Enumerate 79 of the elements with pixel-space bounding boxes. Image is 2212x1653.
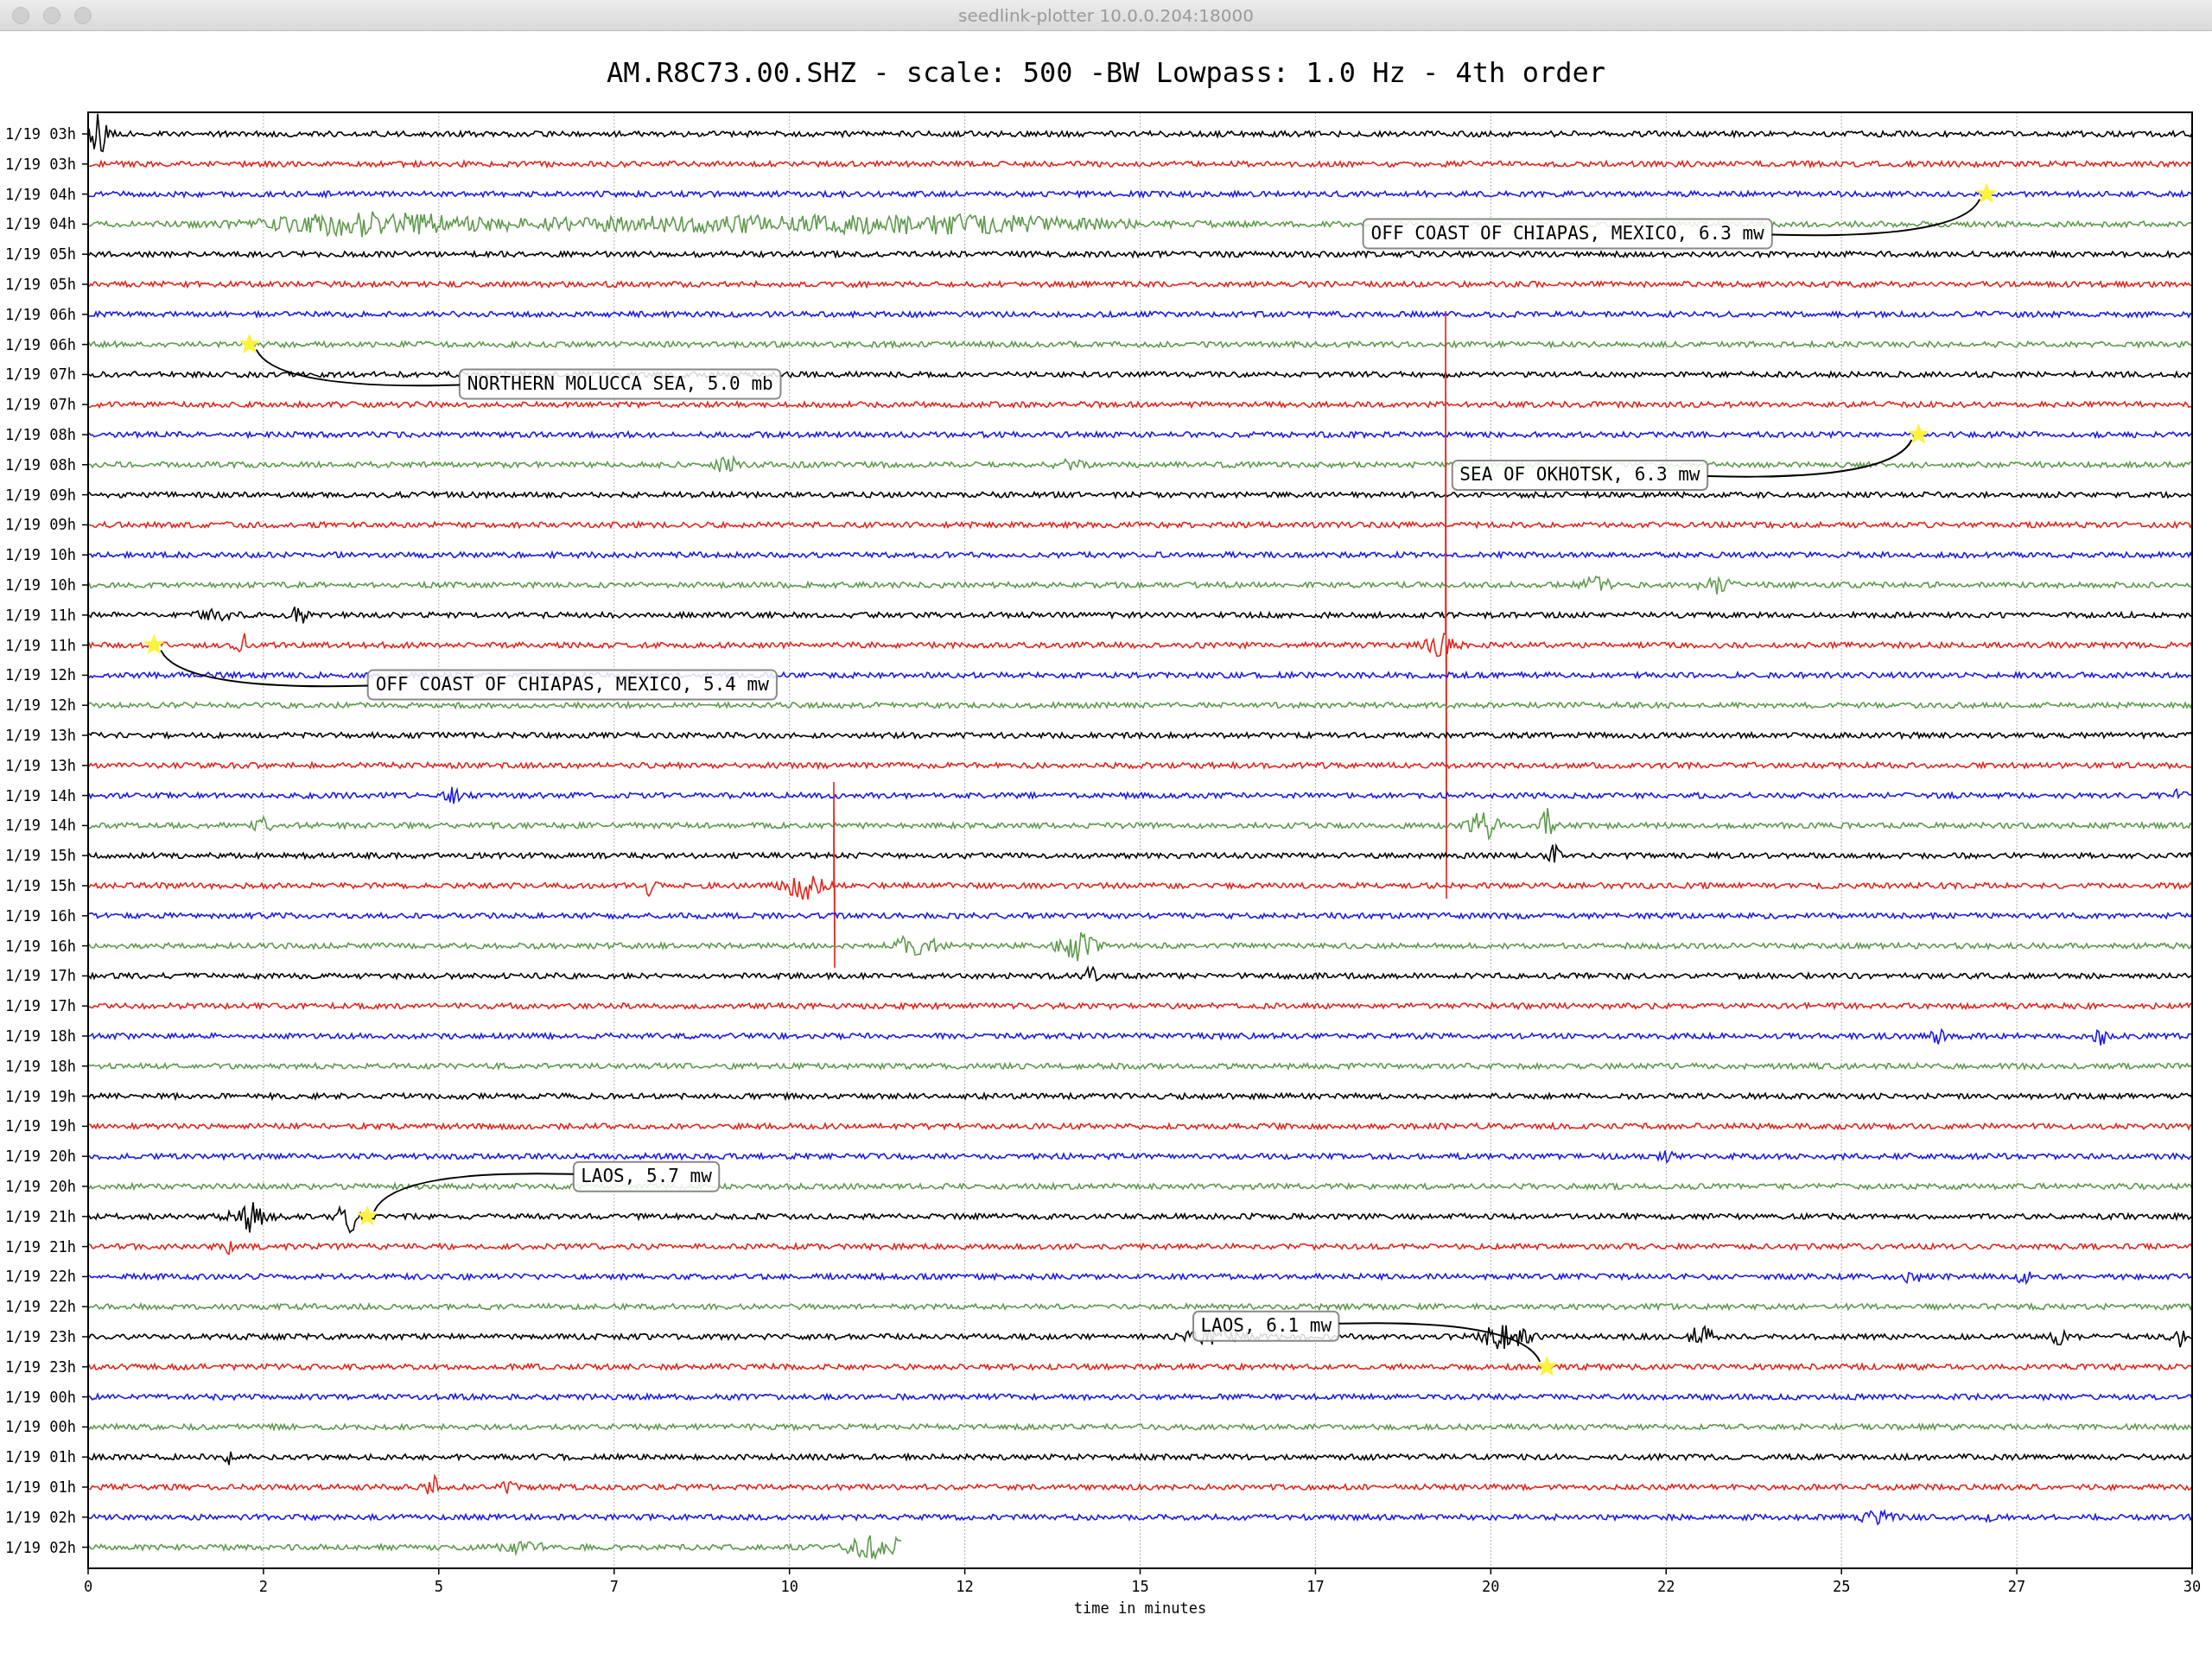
trace-time-label: 1/19 04h <box>5 185 76 203</box>
zoom-button[interactable] <box>74 6 92 24</box>
event-label: OFF COAST OF CHIAPAS, MEXICO, 6.3 mw <box>1362 218 1773 250</box>
trace-time-label: 1/19 18h <box>5 1027 76 1045</box>
trace-time-label: 1/19 17h <box>5 997 76 1015</box>
trace-time-label: 1/19 04h <box>5 215 76 233</box>
event-label: NORTHERN MOLUCCA SEA, 5.0 mb <box>458 368 782 400</box>
trace-time-label: 1/19 15h <box>5 847 76 865</box>
trace-time-label: 1/19 18h <box>5 1057 76 1075</box>
trace-time-label: 1/19 14h <box>5 817 76 835</box>
x-tick-label: 0 <box>83 1578 93 1595</box>
trace-time-label: 1/19 07h <box>5 396 76 414</box>
star-icon <box>356 1205 378 1226</box>
trace-time-label: 1/19 12h <box>5 666 76 684</box>
trace-time-label: 1/19 11h <box>5 606 76 624</box>
x-tick-label: 15 <box>1131 1578 1149 1595</box>
trace-time-label: 1/19 08h <box>5 455 76 474</box>
trace-time-label: 1/19 00h <box>5 1418 76 1436</box>
trace-time-label: 1/19 06h <box>5 305 76 323</box>
trace-time-label: 1/19 19h <box>5 1087 76 1105</box>
trace-time-label: 1/19 22h <box>5 1268 76 1286</box>
x-tick-label: 10 <box>780 1578 798 1595</box>
trace-time-label: 1/19 10h <box>5 546 76 564</box>
event-label: LAOS, 6.1 mw <box>1192 1310 1340 1342</box>
star-icon <box>1975 182 1998 204</box>
trace-time-label: 1/19 14h <box>5 786 76 804</box>
trace-time-label: 1/19 21h <box>5 1237 76 1256</box>
trace-time-label: 1/19 23h <box>5 1357 76 1376</box>
trace-time-label: 1/19 06h <box>5 335 76 353</box>
trace-time-label: 1/19 02h <box>5 1508 76 1526</box>
plot-title: AM.R8C73.00.SHZ - scale: 500 -BW Lowpass: 1.0 Hz - 4th order <box>607 56 1605 89</box>
trace-time-label: 1/19 05h <box>5 245 76 264</box>
x-tick-label: 12 <box>956 1578 974 1595</box>
minimize-button[interactable] <box>43 6 60 24</box>
trace-time-label: 1/19 21h <box>5 1207 76 1225</box>
trace-time-label: 1/19 16h <box>5 906 76 925</box>
x-axis-label: time in minutes <box>1073 1599 1207 1617</box>
trace-time-label: 1/19 05h <box>5 276 76 293</box>
trace-time-label: 1/19 12h <box>5 696 76 715</box>
trace-time-label: 1/19 09h <box>5 486 76 504</box>
close-button[interactable] <box>12 6 29 24</box>
x-tick-label: 22 <box>1657 1578 1675 1595</box>
trace-time-label: 1/19 19h <box>5 1117 76 1135</box>
trace-time-label: 1/19 08h <box>5 426 76 443</box>
trace-time-label: 1/19 03h <box>5 155 76 173</box>
star-icon <box>1535 1355 1558 1376</box>
trace-time-label: 1/19 16h <box>5 937 76 955</box>
x-tick-label: 20 <box>1482 1578 1500 1595</box>
trace-time-label: 1/19 20h <box>5 1148 76 1166</box>
event-label: LAOS, 5.7 mw <box>572 1160 721 1192</box>
x-tick-label: 25 <box>1832 1578 1851 1595</box>
x-tick-label: 5 <box>434 1578 443 1595</box>
trace-time-label: 1/19 22h <box>5 1298 76 1316</box>
trace-time-label: 1/19 10h <box>5 576 76 594</box>
trace-time-label: 1/19 00h <box>5 1388 76 1406</box>
star-icon <box>238 333 260 354</box>
trace-time-label: 1/19 01h <box>5 1478 76 1496</box>
star-icon <box>1908 423 1929 444</box>
trace-time-label: 1/19 09h <box>5 516 76 534</box>
window-title: seedlink-plotter 10.0.0.204:18000 <box>958 4 1254 26</box>
trace-time-label: 1/19 23h <box>5 1328 76 1345</box>
x-tick-label: 17 <box>1306 1578 1325 1595</box>
x-tick-label: 27 <box>2007 1578 2026 1595</box>
trace-time-label: 1/19 02h <box>5 1538 76 1556</box>
event-label: SEA OF OKHOTSK, 6.3 mw <box>1451 460 1709 491</box>
trace-time-label: 1/19 20h <box>5 1178 76 1195</box>
x-tick-label: 2 <box>258 1578 269 1595</box>
x-tick-label: 7 <box>609 1578 619 1595</box>
trace-time-label: 1/19 13h <box>5 756 76 774</box>
event-label: OFF COAST OF CHIAPAS, MEXICO, 5.4 mw <box>366 669 778 701</box>
trace-time-label: 1/19 17h <box>5 967 76 985</box>
star-icon <box>143 633 165 655</box>
trace-time-label: 1/19 03h <box>5 125 76 143</box>
trace-time-label: 1/19 13h <box>5 727 76 744</box>
x-tick-label: 30 <box>2183 1578 2202 1595</box>
trace-time-label: 1/19 01h <box>5 1448 76 1466</box>
trace-time-label: 1/19 15h <box>5 877 76 894</box>
trace-time-label: 1/19 07h <box>5 366 76 384</box>
trace-time-label: 1/19 11h <box>5 636 76 654</box>
